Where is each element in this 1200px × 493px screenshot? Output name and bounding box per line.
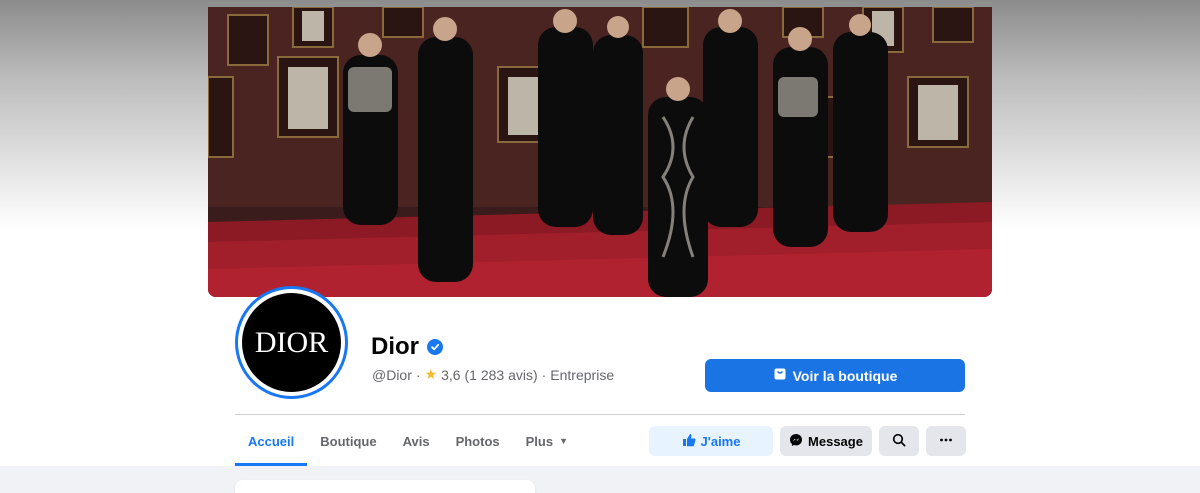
more-options-button[interactable] <box>926 426 966 456</box>
page-rating[interactable]: 3,6 (1 283 avis) <box>441 367 538 383</box>
message-label: Message <box>808 433 863 449</box>
cover-photo-illustration <box>208 7 992 297</box>
tab-plus[interactable]: Plus ▼ <box>513 416 581 466</box>
like-button[interactable]: J'aime <box>649 426 773 456</box>
caret-down-icon: ▼ <box>559 436 569 446</box>
meta-separator: · <box>415 366 421 383</box>
messenger-icon <box>789 433 803 450</box>
search-icon <box>892 433 906 450</box>
logo-wordmark: DIOR <box>254 325 329 359</box>
tab-boutique[interactable]: Boutique <box>307 416 389 466</box>
tab-label: Avis <box>402 433 430 449</box>
message-button[interactable]: Message <box>780 426 872 456</box>
thumbs-up-icon <box>682 433 696 450</box>
more-horizontal-icon <box>939 433 953 450</box>
meta-separator: · <box>541 366 547 383</box>
star-icon: ★ <box>424 366 438 382</box>
like-label: J'aime <box>700 433 741 449</box>
tab-label: Photos <box>455 433 500 449</box>
view-shop-label: Voir la boutique <box>792 367 898 384</box>
feed-background <box>0 466 1200 493</box>
intro-card <box>235 480 535 493</box>
tab-label: Plus <box>525 433 554 449</box>
cover-photo[interactable] <box>208 7 992 297</box>
facebook-page-header: DIOR Dior @Dior · ★ 3,6 (1 283 avis) · E… <box>0 0 1200 493</box>
page-meta: @Dior · ★ 3,6 (1 283 avis) · Entreprise <box>372 366 614 383</box>
dior-logo: DIOR <box>242 293 341 392</box>
header-divider <box>235 414 965 415</box>
page-category: Entreprise <box>550 366 615 383</box>
tab-label: Accueil <box>248 433 295 449</box>
verified-check-icon <box>427 339 443 355</box>
profile-picture[interactable]: DIOR <box>235 286 348 399</box>
page-actions: J'aime Message <box>649 426 966 456</box>
tab-label: Boutique <box>320 433 377 449</box>
page-handle: @Dior <box>372 366 412 383</box>
shopping-bag-icon <box>773 367 787 384</box>
page-tabs: Accueil Boutique Avis Photos Plus ▼ <box>235 416 581 466</box>
tab-photos[interactable]: Photos <box>443 416 513 466</box>
tab-avis[interactable]: Avis <box>390 416 443 466</box>
tab-accueil[interactable]: Accueil <box>235 416 308 466</box>
search-button[interactable] <box>879 426 919 456</box>
view-shop-button[interactable]: Voir la boutique <box>705 359 965 392</box>
page-title: Dior <box>371 333 443 361</box>
page-name: Dior <box>371 333 419 360</box>
